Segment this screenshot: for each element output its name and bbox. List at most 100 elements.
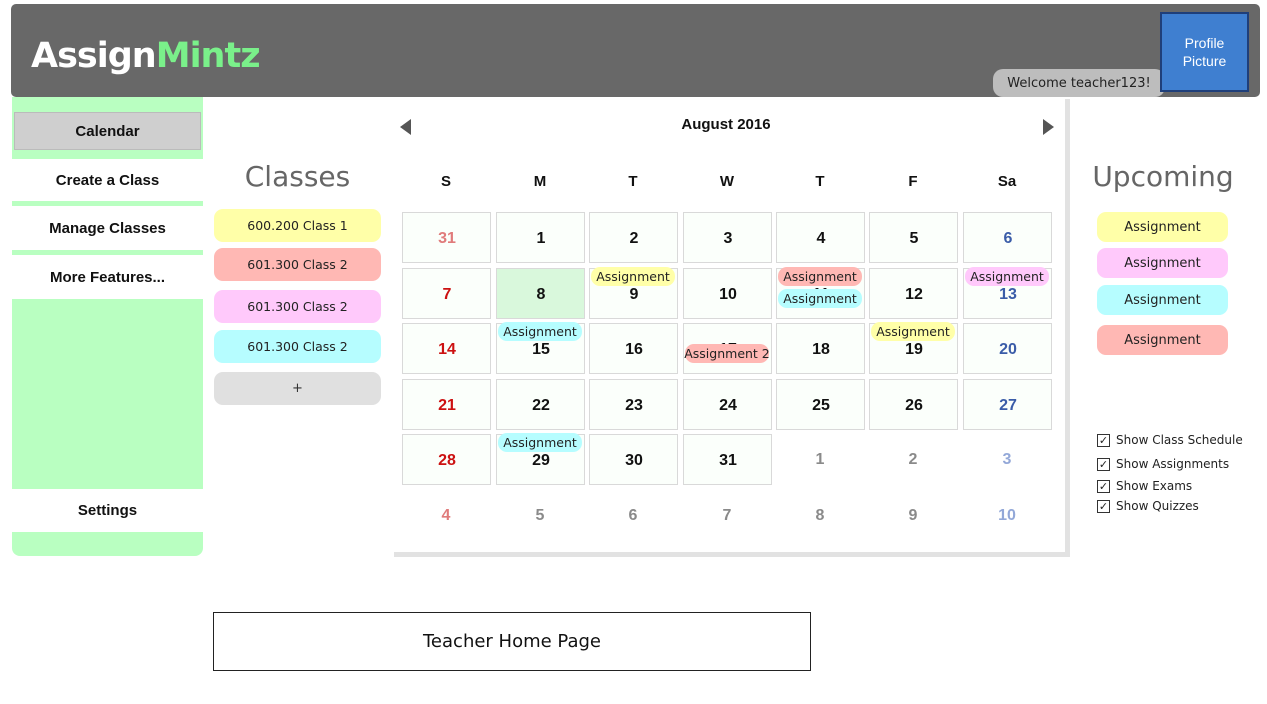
filter-exams[interactable]: ✓ Show Exams (1097, 477, 1192, 495)
calendar-day-number: 2 (629, 229, 639, 247)
calendar-day-number: 30 (625, 451, 643, 469)
calendar-day-cell[interactable]: 21 (401, 379, 491, 430)
calendar-day-number: 1 (815, 450, 825, 468)
calendar-day-number: 5 (909, 229, 919, 247)
sidebar-item-more-features[interactable]: More Features... (12, 255, 203, 299)
calendar-day-cell[interactable]: 5 (868, 212, 958, 263)
calendar-day-cell[interactable]: 18 (775, 323, 865, 374)
calendar-day-cell[interactable]: 30 (588, 434, 678, 485)
calendar-day-cell[interactable]: 10 (682, 268, 772, 319)
calendar-day-cell[interactable]: 2 (869, 434, 958, 485)
calendar-day-cell[interactable]: 10 (963, 490, 1052, 541)
class-item[interactable]: 601.300 Class 2 (214, 290, 381, 323)
class-item[interactable]: 601.300 Class 2 (214, 330, 381, 363)
calendar-day-cell-selected[interactable]: 8 (495, 268, 585, 319)
logo-text-assign: Assign (31, 36, 157, 76)
calendar-event[interactable]: Assignment (778, 289, 862, 308)
calendar-day-cell[interactable]: 20 (962, 323, 1052, 374)
calendar-event[interactable]: Assignment 2 (684, 344, 770, 363)
sidebar-item-create-class[interactable]: Create a Class (12, 159, 203, 201)
calendar-day-cell[interactable]: 6 (589, 490, 678, 541)
calendar-day-cell[interactable]: 4 (775, 212, 865, 263)
calendar-day-cell[interactable]: 4 (402, 490, 491, 541)
calendar-day-number: 18 (812, 340, 830, 358)
calendar-day-number: 21 (438, 396, 456, 414)
calendar-day-number: 7 (442, 285, 452, 303)
filter-assignments[interactable]: ✓ Show Assignments (1097, 455, 1229, 473)
calendar-day-number: 16 (625, 340, 643, 358)
calendar-day-cell[interactable]: 31 (401, 212, 491, 263)
upcoming-item[interactable]: Assignment (1097, 285, 1228, 315)
calendar-day-cell[interactable]: 31 (682, 434, 772, 485)
calendar-day-number: 14 (438, 340, 456, 358)
calendar-day-number: 2 (908, 450, 918, 468)
calendar-event[interactable]: Assignment (778, 267, 862, 286)
calendar-day-cell[interactable]: 2 (588, 212, 678, 263)
calendar-day-cell[interactable]: 1 (776, 434, 865, 485)
calendar-day-cell[interactable]: 23 (588, 379, 678, 430)
checkbox-checked-icon[interactable]: ✓ (1097, 433, 1110, 447)
sidebar-item-manage-classes[interactable]: Manage Classes (12, 206, 203, 250)
next-month-icon[interactable] (1043, 119, 1054, 135)
calendar-day-cell[interactable]: 25 (775, 379, 865, 430)
calendar-day-cell[interactable]: 3 (963, 434, 1052, 485)
add-class-button[interactable]: + (214, 372, 381, 405)
weekday-header: T (815, 173, 825, 190)
calendar-day-cell[interactable]: 22 (495, 379, 585, 430)
calendar-day-cell[interactable]: 27 (962, 379, 1052, 430)
upcoming-item[interactable]: Assignment (1097, 212, 1228, 242)
checkbox-checked-icon[interactable]: ✓ (1097, 457, 1110, 471)
checkbox-checked-icon[interactable]: ✓ (1097, 479, 1110, 493)
calendar-day-cell[interactable]: 7 (401, 268, 491, 319)
calendar-day-number: 1 (536, 229, 546, 247)
filter-class-schedule[interactable]: ✓ Show Class Schedule (1097, 431, 1243, 449)
calendar-day-cell[interactable]: 14 (401, 323, 491, 374)
calendar-day-cell[interactable]: 9 (869, 490, 958, 541)
calendar-day-cell[interactable]: 3 (682, 212, 772, 263)
calendar-day-cell[interactable]: 6 (962, 212, 1052, 263)
calendar-day-number: 31 (719, 451, 737, 469)
app-logo[interactable]: AssignMintz (31, 34, 261, 78)
calendar-event[interactable]: Assignment (871, 322, 955, 341)
calendar-day-cell[interactable]: 16 (588, 323, 678, 374)
calendar-day-number: 31 (438, 229, 456, 247)
calendar-day-cell[interactable]: 5 (496, 490, 585, 541)
weekday-header: W (719, 173, 735, 190)
calendar-day-cell[interactable]: 12 (868, 268, 958, 319)
class-item[interactable]: 600.200 Class 1 (214, 209, 381, 242)
filter-quizzes[interactable]: ✓ Show Quizzes (1097, 497, 1199, 515)
calendar-day-number: 8 (815, 506, 825, 524)
sidebar-item-settings[interactable]: Settings (12, 489, 203, 532)
calendar-event[interactable]: Assignment (498, 433, 582, 452)
calendar-day-cell[interactable]: 7 (683, 490, 772, 541)
calendar-day-number: 6 (1003, 229, 1013, 247)
calendar-day-cell[interactable]: 26 (868, 379, 958, 430)
calendar-day-cell[interactable]: 1 (495, 212, 585, 263)
weekday-header: M (533, 173, 547, 190)
filter-label: Show Class Schedule (1116, 433, 1243, 447)
calendar-day-number: 10 (719, 285, 737, 303)
calendar-day-cell[interactable]: 24 (682, 379, 772, 430)
calendar-day-number: 4 (441, 506, 451, 524)
calendar-day-cell[interactable]: 28 (401, 434, 491, 485)
calendar-day-number: 24 (719, 396, 737, 414)
calendar-day-number: 3 (723, 229, 733, 247)
upcoming-item[interactable]: Assignment (1097, 248, 1228, 278)
calendar-day-number: 20 (999, 340, 1017, 358)
checkbox-checked-icon[interactable]: ✓ (1097, 499, 1110, 513)
calendar-day-number: 4 (816, 229, 826, 247)
calendar-event[interactable]: Assignment (965, 267, 1049, 286)
calendar-day-cell[interactable]: 8 (776, 490, 865, 541)
calendar-day-number: 27 (999, 396, 1017, 414)
profile-picture[interactable]: Profile Picture (1160, 12, 1249, 92)
class-item[interactable]: 601.300 Class 2 (214, 248, 381, 281)
upcoming-item[interactable]: Assignment (1097, 325, 1228, 355)
sidebar-item-calendar[interactable]: Calendar (14, 112, 201, 150)
calendar-event[interactable]: Assignment (591, 267, 675, 286)
upcoming-heading: Upcoming (1092, 160, 1234, 193)
welcome-badge: Welcome teacher123! (993, 69, 1165, 97)
weekday-header: Sa (997, 173, 1017, 190)
calendar-panel: August 2016 SMTWTFSa31123456789101112131… (394, 99, 1070, 557)
logo-text-mintz: Mintz (155, 36, 261, 76)
calendar-event[interactable]: Assignment (498, 322, 582, 341)
